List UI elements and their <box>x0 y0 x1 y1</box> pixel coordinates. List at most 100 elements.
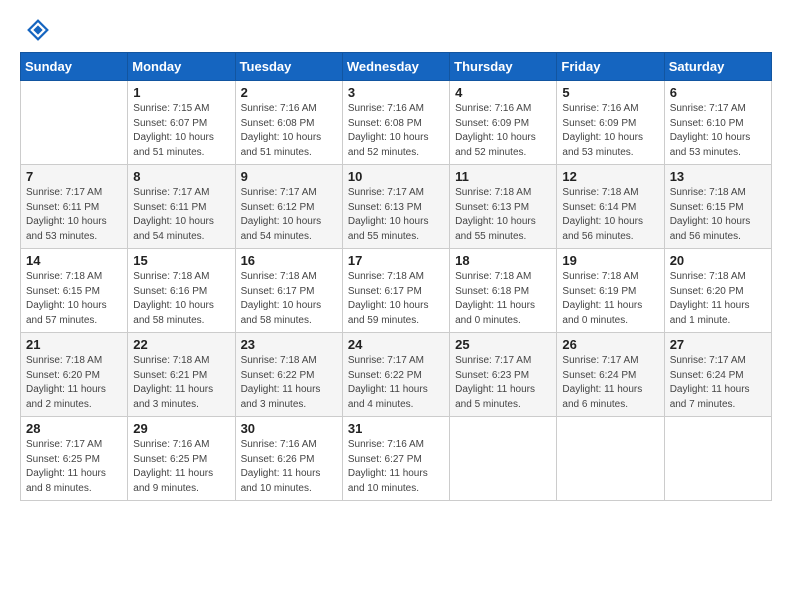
day-number: 27 <box>670 337 766 352</box>
week-row-2: 7 Sunrise: 7:17 AMSunset: 6:11 PMDaylight… <box>21 165 772 249</box>
day-number: 14 <box>26 253 122 268</box>
calendar-cell: 20 Sunrise: 7:18 AMSunset: 6:20 PMDayligh… <box>664 249 771 333</box>
weekday-header-wednesday: Wednesday <box>342 53 449 81</box>
day-info: Sunrise: 7:18 AMSunset: 6:17 PMDaylight:… <box>241 270 337 328</box>
day-number: 31 <box>348 421 444 436</box>
calendar-cell: 24Sunrise: 7:17 AMSunset: 6:22 PMDayligh… <box>342 333 449 417</box>
calendar-cell: 17 Sunrise: 7:18 AMSunset: 6:17 PMDayligh… <box>342 249 449 333</box>
weekday-header-tuesday: Tuesday <box>235 53 342 81</box>
week-row-4: 21Sunrise: 7:18 AMSunset: 6:20 PMDayligh… <box>21 333 772 417</box>
day-info: Sunrise: 7:17 AMSunset: 6:24 PMDaylight:… <box>670 354 766 412</box>
day-number: 8 <box>133 169 229 184</box>
calendar-cell: 4 Sunrise: 7:16 AMSunset: 6:09 PMDaylight… <box>450 81 557 165</box>
day-info: Sunrise: 7:16 AMSunset: 6:09 PMDaylight:… <box>562 102 658 160</box>
day-info: Sunrise: 7:17 AMSunset: 6:12 PMDaylight:… <box>241 186 337 244</box>
day-number: 10 <box>348 169 444 184</box>
day-info: Sunrise: 7:18 AMSunset: 6:19 PMDaylight:… <box>562 270 658 328</box>
calendar-table: SundayMondayTuesdayWednesdayThursdayFrid… <box>20 52 772 501</box>
day-number: 15 <box>133 253 229 268</box>
calendar-cell: 28 Sunrise: 7:17 AMSunset: 6:25 PMDayligh… <box>21 417 128 501</box>
calendar-cell <box>557 417 664 501</box>
day-info: Sunrise: 7:18 AMSunset: 6:15 PMDaylight:… <box>670 186 766 244</box>
day-info: Sunrise: 7:17 AMSunset: 6:23 PMDaylight:… <box>455 354 551 412</box>
day-number: 12 <box>562 169 658 184</box>
day-info: Sunrise: 7:17 AMSunset: 6:24 PMDaylight:… <box>562 354 658 412</box>
calendar-cell: 6 Sunrise: 7:17 AMSunset: 6:10 PMDaylight… <box>664 81 771 165</box>
day-info: Sunrise: 7:18 AMSunset: 6:20 PMDaylight:… <box>670 270 766 328</box>
day-info: Sunrise: 7:18 AMSunset: 6:18 PMDaylight:… <box>455 270 551 328</box>
day-info: Sunrise: 7:18 AMSunset: 6:13 PMDaylight:… <box>455 186 551 244</box>
calendar-cell: 2 Sunrise: 7:16 AMSunset: 6:08 PMDaylight… <box>235 81 342 165</box>
day-info: Sunrise: 7:15 AMSunset: 6:07 PMDaylight:… <box>133 102 229 160</box>
week-row-5: 28 Sunrise: 7:17 AMSunset: 6:25 PMDayligh… <box>21 417 772 501</box>
day-info: Sunrise: 7:18 AMSunset: 6:20 PMDaylight:… <box>26 354 122 412</box>
day-number: 22 <box>133 337 229 352</box>
day-info: Sunrise: 7:17 AMSunset: 6:11 PMDaylight:… <box>133 186 229 244</box>
calendar-cell: 13 Sunrise: 7:18 AMSunset: 6:15 PMDayligh… <box>664 165 771 249</box>
day-info: Sunrise: 7:18 AMSunset: 6:16 PMDaylight:… <box>133 270 229 328</box>
day-number: 1 <box>133 85 229 100</box>
day-info: Sunrise: 7:17 AMSunset: 6:22 PMDaylight:… <box>348 354 444 412</box>
week-row-1: 1 Sunrise: 7:15 AMSunset: 6:07 PMDaylight… <box>21 81 772 165</box>
header <box>20 16 772 44</box>
day-number: 11 <box>455 169 551 184</box>
day-number: 20 <box>670 253 766 268</box>
calendar-cell <box>664 417 771 501</box>
calendar-cell: 8 Sunrise: 7:17 AMSunset: 6:11 PMDaylight… <box>128 165 235 249</box>
day-number: 2 <box>241 85 337 100</box>
calendar-cell: 18 Sunrise: 7:18 AMSunset: 6:18 PMDayligh… <box>450 249 557 333</box>
day-info: Sunrise: 7:18 AMSunset: 6:22 PMDaylight:… <box>241 354 337 412</box>
day-number: 29 <box>133 421 229 436</box>
logo-icon <box>24 16 52 44</box>
day-info: Sunrise: 7:16 AMSunset: 6:09 PMDaylight:… <box>455 102 551 160</box>
day-number: 28 <box>26 421 122 436</box>
day-info: Sunrise: 7:17 AMSunset: 6:11 PMDaylight:… <box>26 186 122 244</box>
calendar-cell: 22Sunrise: 7:18 AMSunset: 6:21 PMDayligh… <box>128 333 235 417</box>
day-info: Sunrise: 7:18 AMSunset: 6:17 PMDaylight:… <box>348 270 444 328</box>
calendar-cell: 27 Sunrise: 7:17 AMSunset: 6:24 PMDayligh… <box>664 333 771 417</box>
calendar-cell <box>450 417 557 501</box>
day-info: Sunrise: 7:17 AMSunset: 6:25 PMDaylight:… <box>26 438 122 496</box>
calendar-cell: 3 Sunrise: 7:16 AMSunset: 6:08 PMDaylight… <box>342 81 449 165</box>
calendar-cell: 9Sunrise: 7:17 AMSunset: 6:12 PMDaylight… <box>235 165 342 249</box>
calendar-cell: 31 Sunrise: 7:16 AMSunset: 6:27 PMDayligh… <box>342 417 449 501</box>
day-number: 18 <box>455 253 551 268</box>
day-number: 26 <box>562 337 658 352</box>
day-info: Sunrise: 7:17 AMSunset: 6:10 PMDaylight:… <box>670 102 766 160</box>
calendar-cell: 30 Sunrise: 7:16 AMSunset: 6:26 PMDayligh… <box>235 417 342 501</box>
day-info: Sunrise: 7:16 AMSunset: 6:08 PMDaylight:… <box>241 102 337 160</box>
calendar-cell: 10 Sunrise: 7:17 AMSunset: 6:13 PMDayligh… <box>342 165 449 249</box>
day-info: Sunrise: 7:18 AMSunset: 6:14 PMDaylight:… <box>562 186 658 244</box>
day-number: 17 <box>348 253 444 268</box>
calendar-cell: 19 Sunrise: 7:18 AMSunset: 6:19 PMDayligh… <box>557 249 664 333</box>
day-number: 6 <box>670 85 766 100</box>
page: SundayMondayTuesdayWednesdayThursdayFrid… <box>0 0 792 517</box>
day-number: 4 <box>455 85 551 100</box>
calendar-cell: 1 Sunrise: 7:15 AMSunset: 6:07 PMDaylight… <box>128 81 235 165</box>
weekday-header-friday: Friday <box>557 53 664 81</box>
day-number: 30 <box>241 421 337 436</box>
calendar-cell <box>21 81 128 165</box>
weekday-header-row: SundayMondayTuesdayWednesdayThursdayFrid… <box>21 53 772 81</box>
day-info: Sunrise: 7:17 AMSunset: 6:13 PMDaylight:… <box>348 186 444 244</box>
day-info: Sunrise: 7:16 AMSunset: 6:08 PMDaylight:… <box>348 102 444 160</box>
calendar-cell: 16Sunrise: 7:18 AMSunset: 6:17 PMDayligh… <box>235 249 342 333</box>
day-info: Sunrise: 7:16 AMSunset: 6:26 PMDaylight:… <box>241 438 337 496</box>
calendar-cell: 26 Sunrise: 7:17 AMSunset: 6:24 PMDayligh… <box>557 333 664 417</box>
day-info: Sunrise: 7:16 AMSunset: 6:27 PMDaylight:… <box>348 438 444 496</box>
logo <box>20 16 54 44</box>
calendar-cell: 5Sunrise: 7:16 AMSunset: 6:09 PMDaylight… <box>557 81 664 165</box>
calendar-cell: 7 Sunrise: 7:17 AMSunset: 6:11 PMDaylight… <box>21 165 128 249</box>
calendar-cell: 23Sunrise: 7:18 AMSunset: 6:22 PMDayligh… <box>235 333 342 417</box>
calendar-cell: 15 Sunrise: 7:18 AMSunset: 6:16 PMDayligh… <box>128 249 235 333</box>
day-number: 19 <box>562 253 658 268</box>
weekday-header-monday: Monday <box>128 53 235 81</box>
day-number: 13 <box>670 169 766 184</box>
day-info: Sunrise: 7:18 AMSunset: 6:15 PMDaylight:… <box>26 270 122 328</box>
calendar-cell: 11 Sunrise: 7:18 AMSunset: 6:13 PMDayligh… <box>450 165 557 249</box>
calendar-cell: 12 Sunrise: 7:18 AMSunset: 6:14 PMDayligh… <box>557 165 664 249</box>
day-number: 3 <box>348 85 444 100</box>
weekday-header-thursday: Thursday <box>450 53 557 81</box>
day-number: 7 <box>26 169 122 184</box>
calendar-cell: 14 Sunrise: 7:18 AMSunset: 6:15 PMDayligh… <box>21 249 128 333</box>
